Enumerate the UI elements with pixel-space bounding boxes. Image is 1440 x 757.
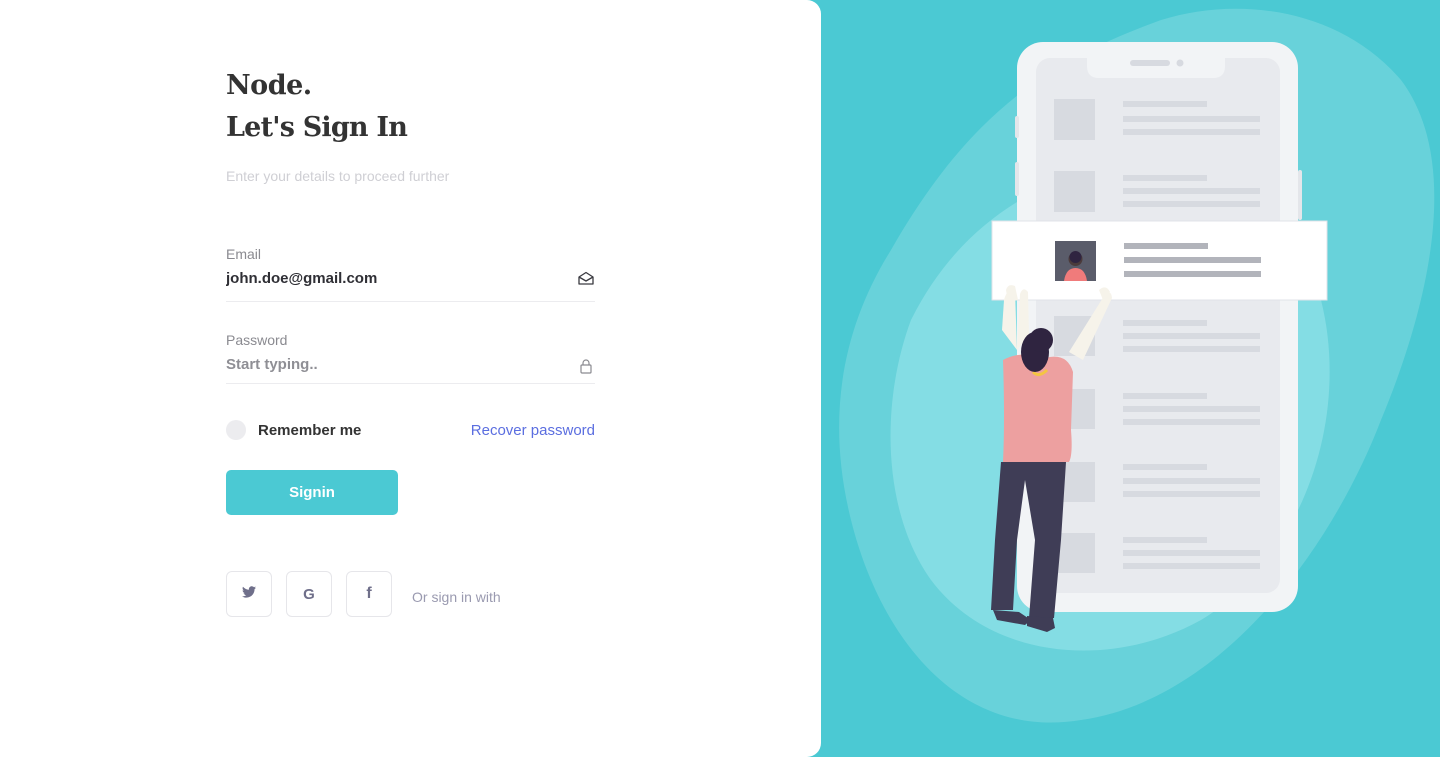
page-subtitle: Enter your details to proceed further (226, 168, 450, 184)
page-title: Let's Sign In (226, 112, 408, 143)
recover-password-link[interactable]: Recover password (471, 422, 595, 439)
email-input[interactable] (226, 269, 595, 287)
twitter-icon (242, 585, 256, 603)
envelope-open-icon (577, 270, 595, 286)
twitter-button[interactable] (226, 571, 272, 617)
signin-button[interactable]: Signin (226, 470, 398, 515)
login-panel: Node. Let's Sign In Enter your details t… (0, 0, 821, 757)
facebook-button[interactable]: f (346, 571, 392, 617)
social-signin: G f Or sign in with (226, 571, 595, 617)
login-form: Node. Let's Sign In Enter your details t… (226, 66, 595, 617)
email-field: Email (226, 246, 595, 302)
password-input[interactable] (226, 355, 595, 373)
remember-row: Remember me Recover password (226, 418, 595, 442)
lock-icon (577, 358, 595, 374)
google-button[interactable]: G (286, 571, 332, 617)
remember-checkbox[interactable] (226, 420, 246, 440)
signin-illustration (839, 8, 1435, 723)
email-label: Email (226, 246, 262, 262)
password-label: Password (226, 332, 288, 348)
remember-label[interactable]: Remember me (258, 422, 361, 439)
illustration-panel (821, 0, 1440, 757)
social-caption: Or sign in with (412, 589, 501, 605)
remember-me: Remember me (226, 420, 361, 440)
google-icon: G (303, 585, 315, 603)
brand-logo: Node. (226, 70, 312, 101)
password-field: Password (226, 332, 595, 384)
facebook-icon: f (366, 585, 372, 602)
